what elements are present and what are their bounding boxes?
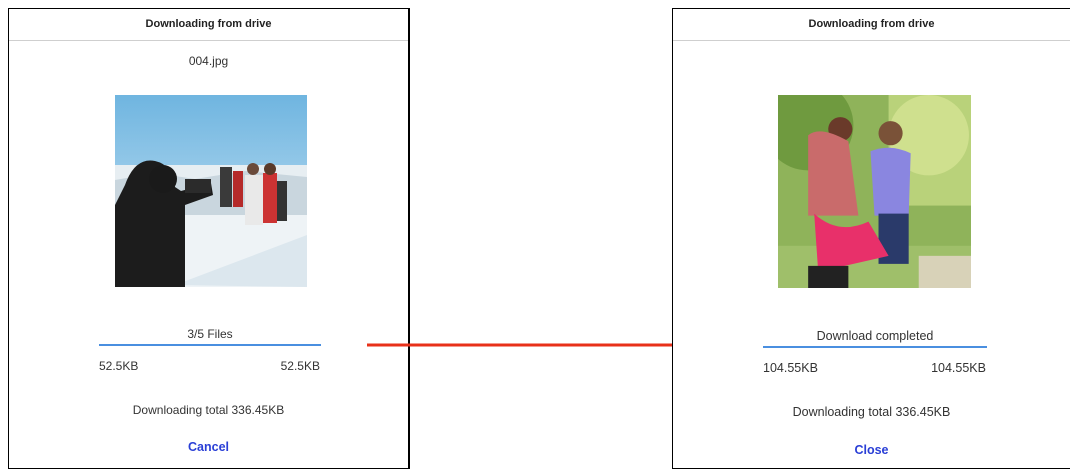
- download-dialog-in-progress: Downloading from drive 004.jpg 3/5 Files…: [8, 8, 410, 469]
- file-name: 004.jpg: [188, 54, 229, 68]
- progress-bar: [763, 346, 987, 348]
- image-thumbnail: [115, 95, 307, 287]
- file-total-size: 104.55KB: [931, 361, 986, 375]
- cancel-button[interactable]: Cancel: [9, 439, 408, 455]
- download-status-text: Download completed: [816, 329, 934, 343]
- downloaded-size: 52.5KB: [99, 359, 139, 373]
- downloaded-size: 104.55KB: [763, 361, 818, 375]
- file-total-size: 52.5KB: [280, 359, 320, 373]
- files-progress-text: 3/5 Files: [187, 327, 233, 341]
- progress-bar-fill: [763, 346, 987, 348]
- dialog-title: Downloading from drive: [9, 9, 408, 41]
- close-button[interactable]: Close: [673, 442, 1070, 458]
- progress-bar: [99, 344, 321, 346]
- dialog-title: Downloading from drive: [673, 9, 1070, 41]
- download-dialog-completed: Downloading from drive Download complete…: [672, 8, 1070, 469]
- image-thumbnail: [778, 95, 971, 288]
- progress-bar-fill: [99, 344, 321, 346]
- snow-photo-image: [115, 95, 307, 287]
- park-photo-image: [778, 95, 971, 288]
- download-total-text: Downloading total 336.45KB: [792, 405, 951, 419]
- screenshot-canvas: Downloading from drive 004.jpg 3/5 Files…: [0, 0, 1070, 471]
- download-total-text: Downloading total 336.45KB: [132, 403, 285, 417]
